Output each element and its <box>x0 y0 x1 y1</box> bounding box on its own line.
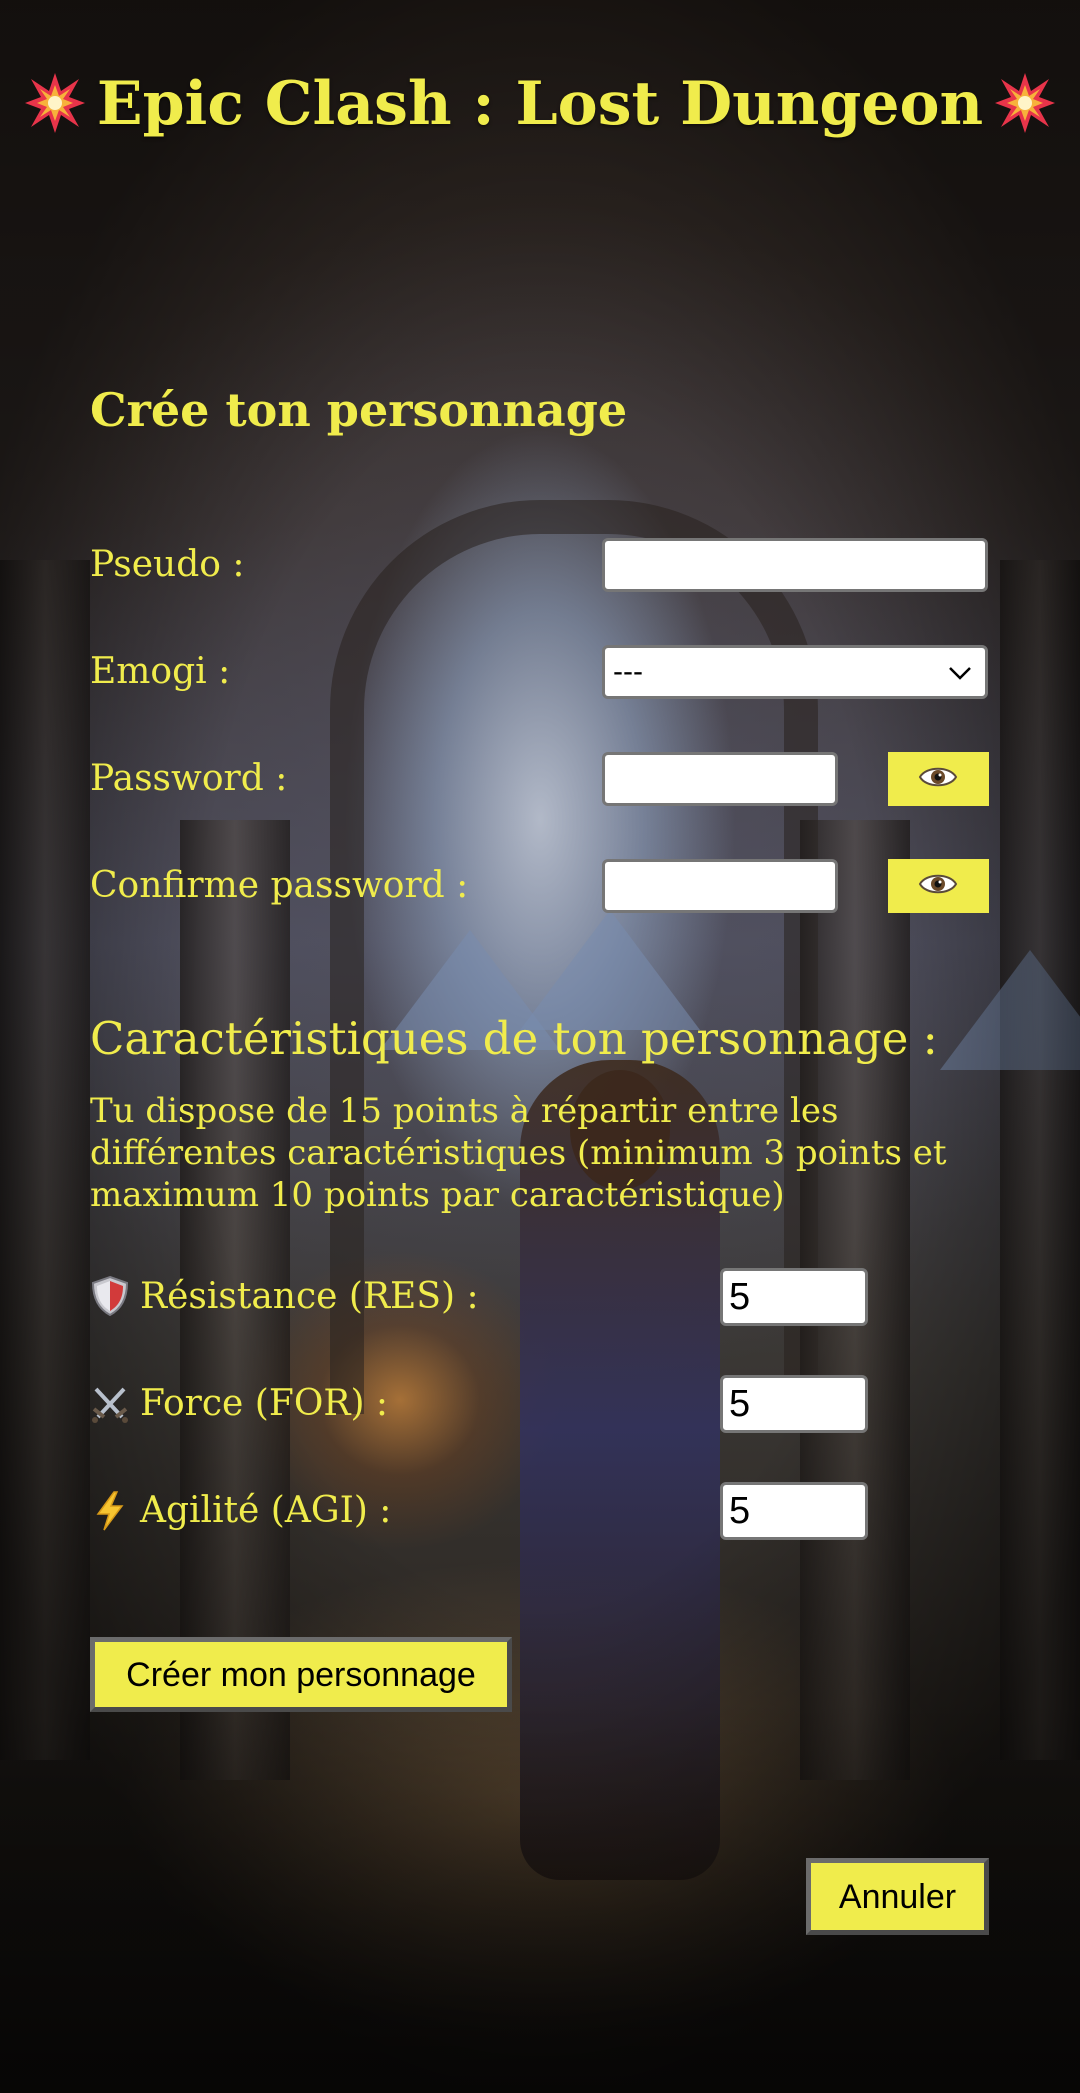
show-password-button[interactable] <box>888 752 989 806</box>
eye-icon <box>918 874 958 894</box>
chevron-down-icon <box>949 667 971 680</box>
page-title-text: Epic Clash : Lost Dungeon <box>96 69 984 139</box>
resistance-input[interactable] <box>720 1268 868 1326</box>
stat-label-agility: Agilité (AGI) : <box>140 1490 392 1531</box>
crossed-swords-icon <box>92 1387 128 1423</box>
confirm-password-label: Confirme password : <box>90 865 469 906</box>
password-input[interactable] <box>602 752 838 806</box>
cancel-button[interactable]: Annuler <box>806 1858 989 1935</box>
shield-icon <box>91 1275 129 1317</box>
collision-burst-icon <box>995 72 1056 133</box>
collision-burst-icon <box>24 72 85 133</box>
show-confirm-password-button[interactable] <box>888 859 989 913</box>
create-character-button[interactable]: Créer mon personnage <box>90 1637 512 1712</box>
confirm-password-input[interactable] <box>602 859 838 913</box>
agility-input[interactable] <box>720 1482 868 1540</box>
emoji-select-value: --- <box>613 655 643 688</box>
stat-label-resistance: Résistance (RES) : <box>140 1276 479 1317</box>
lightning-icon <box>96 1491 124 1531</box>
characteristics-heading: Caractéristiques de ton personnage : <box>90 1012 938 1065</box>
pseudo-input[interactable] <box>602 538 988 592</box>
force-input[interactable] <box>720 1375 868 1433</box>
stat-label-force: Force (FOR) : <box>140 1383 389 1424</box>
emoji-select[interactable]: --- <box>602 645 988 699</box>
page-title: Epic Clash : Lost Dungeon <box>0 62 1080 146</box>
characteristics-description: Tu dispose de 15 points à répartir entre… <box>90 1091 947 1215</box>
emoji-label: Emogi : <box>90 651 231 692</box>
pseudo-label: Pseudo : <box>90 544 245 585</box>
create-character-heading: Crée ton personnage <box>90 383 628 437</box>
eye-icon <box>918 767 958 787</box>
page-content: Epic Clash : Lost Dungeon Crée ton perso… <box>0 0 1080 2093</box>
password-label: Password : <box>90 758 288 799</box>
